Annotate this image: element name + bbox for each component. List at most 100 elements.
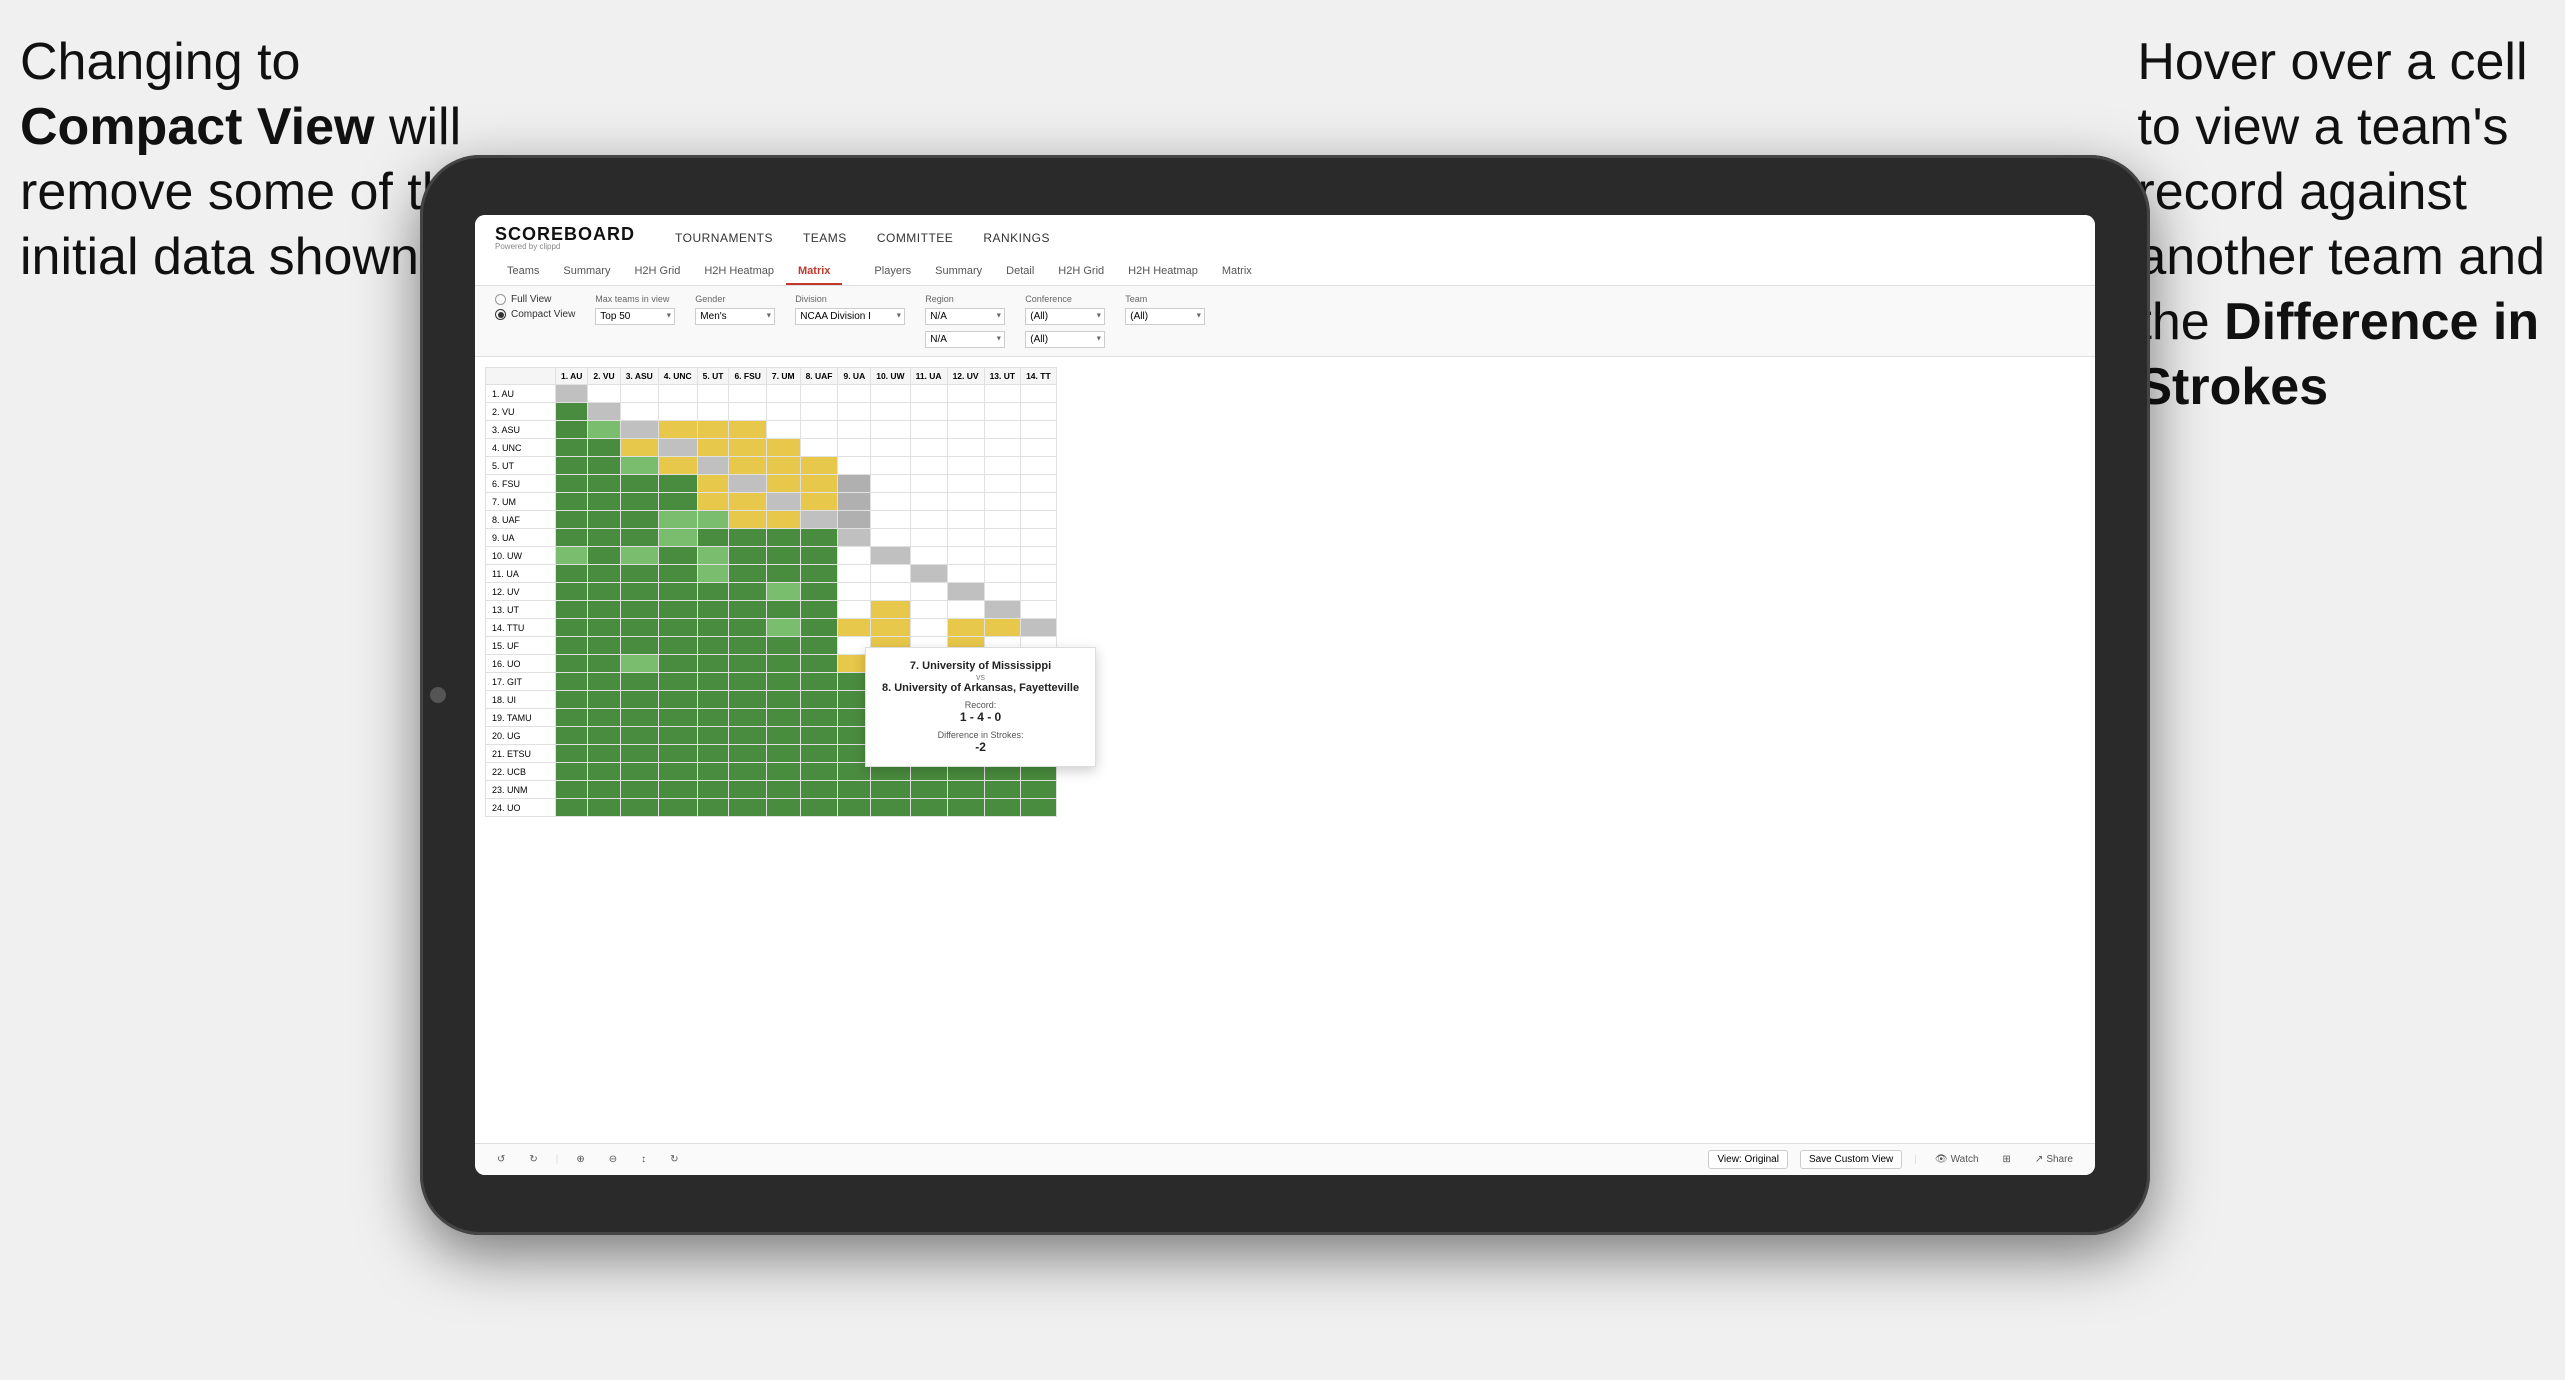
sub-nav-teams[interactable]: Teams — [495, 259, 551, 285]
matrix-cell[interactable] — [838, 601, 871, 619]
matrix-cell[interactable] — [800, 403, 838, 421]
matrix-cell[interactable] — [838, 565, 871, 583]
matrix-cell[interactable] — [766, 781, 800, 799]
matrix-cell[interactable] — [729, 763, 766, 781]
matrix-cell[interactable] — [766, 727, 800, 745]
undo-btn[interactable]: ↺ — [491, 1151, 511, 1168]
matrix-cell[interactable] — [556, 637, 588, 655]
matrix-cell[interactable] — [658, 781, 697, 799]
view-original-btn[interactable]: View: Original — [1708, 1150, 1788, 1169]
matrix-cell[interactable] — [697, 601, 729, 619]
matrix-cell[interactable] — [1021, 403, 1057, 421]
toolbar-icon4[interactable]: ↻ — [664, 1151, 684, 1168]
matrix-cell[interactable] — [620, 763, 658, 781]
matrix-cell[interactable] — [658, 709, 697, 727]
matrix-cell[interactable] — [658, 385, 697, 403]
matrix-cell[interactable] — [729, 421, 766, 439]
matrix-cell[interactable] — [871, 439, 910, 457]
matrix-cell[interactable] — [729, 511, 766, 529]
sub-nav-players-h2h-heatmap[interactable]: H2H Heatmap — [1116, 259, 1210, 285]
matrix-cell[interactable] — [984, 781, 1021, 799]
matrix-cell[interactable] — [658, 727, 697, 745]
matrix-cell[interactable] — [766, 691, 800, 709]
matrix-cell[interactable] — [800, 763, 838, 781]
matrix-cell[interactable] — [910, 565, 947, 583]
matrix-cell[interactable] — [556, 655, 588, 673]
matrix-cell[interactable] — [871, 385, 910, 403]
matrix-cell[interactable] — [620, 547, 658, 565]
matrix-cell[interactable] — [556, 475, 588, 493]
matrix-cell[interactable] — [800, 547, 838, 565]
matrix-cell[interactable] — [658, 547, 697, 565]
sub-nav-players[interactable]: Players — [862, 259, 923, 285]
matrix-cell[interactable] — [658, 421, 697, 439]
matrix-cell[interactable] — [766, 385, 800, 403]
matrix-cell[interactable] — [729, 547, 766, 565]
matrix-cell[interactable] — [556, 565, 588, 583]
matrix-cell[interactable] — [697, 421, 729, 439]
matrix-cell[interactable] — [620, 691, 658, 709]
matrix-cell[interactable] — [620, 601, 658, 619]
matrix-cell[interactable] — [697, 709, 729, 727]
matrix-cell[interactable] — [729, 439, 766, 457]
matrix-cell[interactable] — [729, 691, 766, 709]
matrix-cell[interactable] — [556, 421, 588, 439]
matrix-cell[interactable] — [800, 583, 838, 601]
matrix-cell[interactable] — [588, 457, 620, 475]
matrix-cell[interactable] — [556, 511, 588, 529]
matrix-cell[interactable] — [800, 565, 838, 583]
matrix-cell[interactable] — [947, 619, 984, 637]
matrix-cell[interactable] — [947, 439, 984, 457]
matrix-cell[interactable] — [984, 511, 1021, 529]
matrix-cell[interactable] — [588, 385, 620, 403]
matrix-cell[interactable] — [838, 439, 871, 457]
watch-btn[interactable]: 👁 Watch — [1929, 1151, 1985, 1168]
matrix-cell[interactable] — [556, 583, 588, 601]
matrix-cell[interactable] — [697, 385, 729, 403]
matrix-cell[interactable] — [766, 619, 800, 637]
matrix-cell[interactable] — [658, 745, 697, 763]
matrix-cell[interactable] — [658, 529, 697, 547]
matrix-cell[interactable] — [1021, 583, 1057, 601]
matrix-cell[interactable] — [1021, 781, 1057, 799]
matrix-cell[interactable] — [871, 601, 910, 619]
matrix-cell[interactable] — [800, 421, 838, 439]
matrix-cell[interactable] — [620, 529, 658, 547]
matrix-cell[interactable] — [910, 511, 947, 529]
save-custom-btn[interactable]: Save Custom View — [1800, 1150, 1902, 1169]
matrix-cell[interactable] — [871, 403, 910, 421]
matrix-cell[interactable] — [838, 493, 871, 511]
matrix-cell[interactable] — [556, 763, 588, 781]
sub-nav-summary[interactable]: Summary — [551, 259, 622, 285]
sub-nav-players-matrix[interactable]: Matrix — [1210, 259, 1264, 285]
matrix-cell[interactable] — [1021, 799, 1057, 817]
matrix-cell[interactable] — [697, 583, 729, 601]
matrix-cell[interactable] — [838, 547, 871, 565]
matrix-cell[interactable] — [766, 457, 800, 475]
conference-select2[interactable]: (All) — [1025, 331, 1105, 348]
matrix-cell[interactable] — [620, 385, 658, 403]
matrix-cell[interactable] — [588, 619, 620, 637]
matrix-cell[interactable] — [556, 673, 588, 691]
matrix-cell[interactable] — [620, 619, 658, 637]
matrix-cell[interactable] — [588, 655, 620, 673]
matrix-cell[interactable] — [697, 799, 729, 817]
matrix-cell[interactable] — [910, 385, 947, 403]
matrix-cell[interactable] — [1021, 511, 1057, 529]
matrix-cell[interactable] — [766, 601, 800, 619]
matrix-cell[interactable] — [947, 601, 984, 619]
matrix-cell[interactable] — [697, 619, 729, 637]
matrix-cell[interactable] — [871, 781, 910, 799]
sub-nav-matrix-left[interactable]: Matrix — [786, 259, 842, 285]
matrix-cell[interactable] — [947, 799, 984, 817]
matrix-cell[interactable] — [947, 385, 984, 403]
sub-nav-h2h-heatmap[interactable]: H2H Heatmap — [692, 259, 786, 285]
matrix-cell[interactable] — [697, 439, 729, 457]
matrix-cell[interactable] — [620, 511, 658, 529]
matrix-cell[interactable] — [729, 655, 766, 673]
matrix-cell[interactable] — [697, 745, 729, 763]
matrix-cell[interactable] — [729, 673, 766, 691]
matrix-cell[interactable] — [984, 547, 1021, 565]
matrix-cell[interactable] — [556, 619, 588, 637]
matrix-cell[interactable] — [766, 529, 800, 547]
